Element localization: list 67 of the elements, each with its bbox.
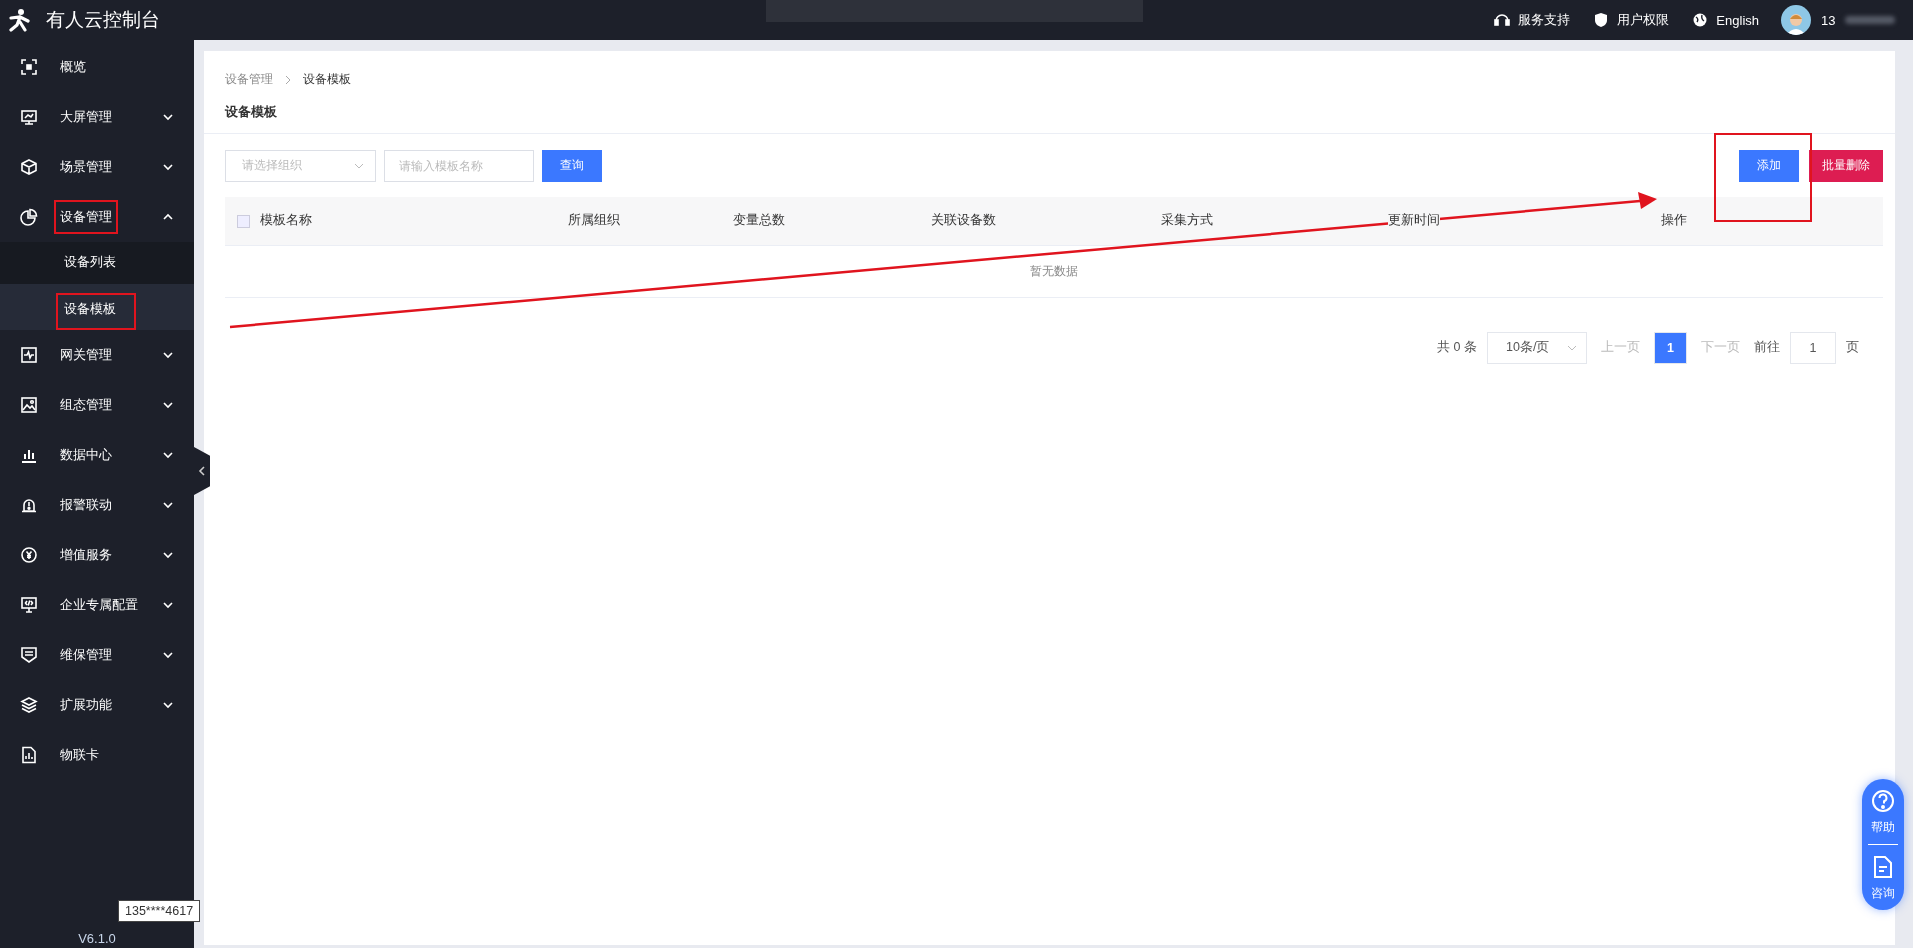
- phone-tooltip: 135****4617: [118, 900, 201, 922]
- collapse-handle[interactable]: [194, 447, 210, 495]
- help-button[interactable]: 帮助: [1871, 789, 1895, 836]
- page-suffix: 页: [1846, 339, 1859, 356]
- sidebar-item[interactable]: 场景管理: [0, 142, 194, 192]
- batch-delete-button[interactable]: 批量删除: [1809, 149, 1883, 182]
- pie-chart-icon: [20, 208, 38, 226]
- question-icon: [1871, 789, 1895, 813]
- search-button[interactable]: 查询: [542, 149, 602, 182]
- select-all-checkbox[interactable]: [237, 214, 250, 228]
- header-link[interactable]: English: [1691, 11, 1759, 29]
- sidebar-item[interactable]: 数据中心: [0, 430, 194, 480]
- runner-logo-icon: [8, 8, 32, 32]
- alarm-icon: [20, 496, 38, 514]
- column-header: 变量总数: [733, 213, 785, 228]
- name-input-field[interactable]: 请输入模板名称: [384, 149, 534, 182]
- page-input-field[interactable]: 1: [1790, 331, 1836, 364]
- sidebar-item[interactable]: 大屏管理: [0, 92, 194, 142]
- total-count: 共 0 条: [1437, 339, 1477, 356]
- sidebar-item[interactable]: 维保管理: [0, 630, 194, 680]
- empty-message: 暂无数据: [1030, 263, 1078, 278]
- document-chart-icon: [20, 746, 38, 764]
- page-size-select[interactable]: 10条/页: [1487, 331, 1587, 364]
- column-header: 所属组织: [568, 213, 620, 228]
- sidebar-item[interactable]: 概览: [0, 42, 194, 92]
- image-icon: [20, 396, 38, 414]
- sidebar-item[interactable]: 物联卡: [0, 730, 194, 780]
- column-header: 模板名称: [260, 213, 312, 228]
- sidebar-item[interactable]: 网关管理: [0, 330, 194, 380]
- frame-icon: [20, 58, 38, 76]
- breadcrumb-item[interactable]: 设备管理: [225, 71, 273, 88]
- column-header: 更新时间: [1388, 213, 1440, 228]
- layers-icon: [20, 696, 38, 714]
- column-header: 关联设备数: [931, 213, 996, 228]
- monitor-icon: [20, 108, 38, 126]
- chevron-right-icon: [283, 74, 293, 85]
- badge-icon: [20, 646, 38, 664]
- sidebar-item[interactable]: 设备管理: [0, 192, 194, 242]
- column-header: 采集方式: [1161, 213, 1213, 228]
- headset-icon: [1493, 11, 1512, 29]
- sidebar-item[interactable]: 报警联动: [0, 480, 194, 530]
- add-button[interactable]: 添加: [1739, 149, 1799, 182]
- cube-icon: [20, 158, 38, 176]
- sidebar-item[interactable]: 扩展功能: [0, 680, 194, 730]
- submenu-item[interactable]: 设备模板: [0, 284, 194, 330]
- console-title: 有人云控制台: [46, 8, 160, 32]
- code-monitor-icon: [20, 596, 38, 614]
- version-label: V6.1.0: [78, 931, 116, 946]
- sidebar-item[interactable]: 增值服务: [0, 530, 194, 580]
- blurred-text: [1845, 16, 1896, 24]
- yen-coin-icon: [20, 546, 38, 564]
- page-title: 设备模板: [204, 88, 1895, 134]
- consult-button[interactable]: 咨询: [1871, 855, 1895, 902]
- column-header: 操作: [1661, 213, 1687, 228]
- user-name[interactable]: 13: [1821, 12, 1836, 28]
- document-icon: [1871, 855, 1895, 879]
- page-button[interactable]: 1: [1654, 331, 1687, 364]
- sidebar-item[interactable]: 组态管理: [0, 380, 194, 430]
- header-link[interactable]: 服务支持: [1493, 11, 1571, 29]
- breadcrumb-item: 设备模板: [303, 71, 351, 88]
- avatar-icon[interactable]: [1781, 5, 1811, 35]
- submenu-item[interactable]: 设备列表: [0, 242, 194, 284]
- chevron-left-icon: [197, 465, 207, 477]
- sidebar-item[interactable]: 企业专属配置: [0, 580, 194, 630]
- pulse-icon: [20, 346, 38, 364]
- goto-label: 前往: [1754, 339, 1780, 356]
- header-link[interactable]: 用户权限: [1592, 11, 1670, 29]
